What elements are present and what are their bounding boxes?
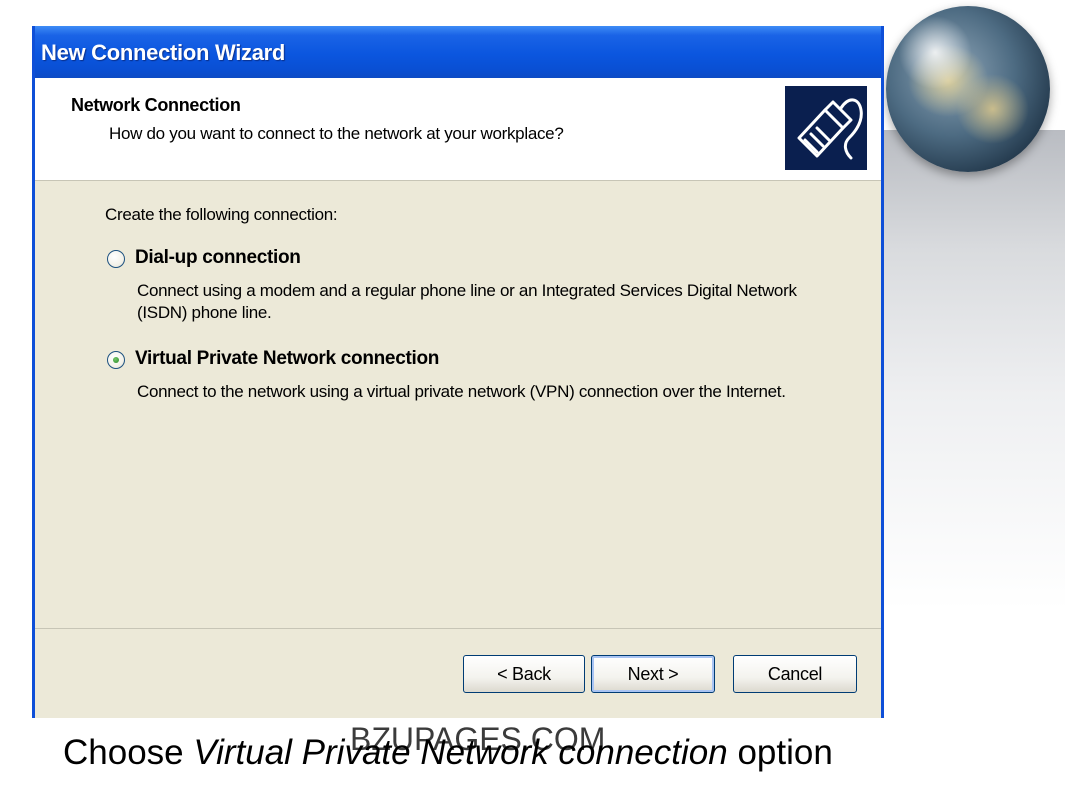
cancel-button[interactable]: Cancel xyxy=(733,655,857,693)
header-title: Network Connection xyxy=(71,95,241,115)
vpn-label[interactable]: Virtual Private Network connection xyxy=(135,348,439,370)
slide-caption: Choose Virtual Private Network connectio… xyxy=(63,733,833,773)
wizard-window: New Connection Wizard Network Connection… xyxy=(32,26,884,718)
wizard-body: Create the following connection: Dial-up… xyxy=(35,181,881,629)
header-subtitle: How do you want to connect to the networ… xyxy=(109,124,564,143)
slide-side-strip xyxy=(884,130,1065,610)
network-plug-icon xyxy=(785,86,867,170)
connection-prompt: Create the following connection: xyxy=(105,205,338,224)
caption-start: Choose xyxy=(63,733,184,772)
next-button[interactable]: Next > xyxy=(591,655,715,693)
radio-selected-dot xyxy=(113,357,119,363)
caption-emphasis: Virtual Private Network connection xyxy=(193,733,728,772)
caption-end: option xyxy=(737,733,833,772)
title-bar[interactable]: New Connection Wizard xyxy=(35,26,881,78)
wizard-header: Network Connection How do you want to co… xyxy=(35,78,881,181)
dialup-label[interactable]: Dial-up connection xyxy=(135,247,301,269)
window-title: New Connection Wizard xyxy=(41,40,286,65)
dialup-description: Connect using a modem and a regular phon… xyxy=(137,281,797,322)
vpn-radio[interactable] xyxy=(107,351,125,369)
back-button[interactable]: < Back xyxy=(463,655,585,693)
vpn-description: Connect to the network using a virtual p… xyxy=(137,382,786,401)
wizard-footer: < Back Next > Cancel xyxy=(35,629,881,718)
globe-icon xyxy=(886,6,1050,172)
dialup-radio[interactable] xyxy=(107,250,125,268)
